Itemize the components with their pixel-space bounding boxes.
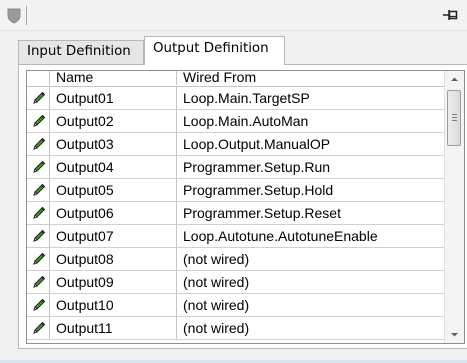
table-row[interactable]: Output06 Programmer.Setup.Reset — [27, 202, 444, 225]
row-icon-cell — [27, 110, 49, 132]
row-wired-from: Loop.Autotune.AutotuneEnable — [176, 225, 444, 247]
row-name: Output05 — [49, 179, 176, 201]
tab-input-definition[interactable]: Input Definition — [18, 40, 144, 64]
row-wired-from: Loop.Main.TargetSP — [176, 87, 444, 109]
table-row[interactable]: Output07 Loop.Autotune.AutotuneEnable — [27, 225, 444, 248]
table-row[interactable]: Output04 Programmer.Setup.Run — [27, 156, 444, 179]
row-icon-cell — [27, 294, 49, 316]
outputs-table: Name Wired From Output01 Loop.Main.Target… — [26, 70, 465, 344]
row-wired-from: Programmer.Setup.Run — [176, 156, 444, 178]
pencil-icon[interactable] — [31, 320, 47, 336]
pencil-icon[interactable] — [31, 274, 47, 290]
row-name: Output09 — [49, 271, 176, 293]
row-wired-from: Programmer.Setup.Reset — [176, 202, 444, 224]
pencil-icon[interactable] — [31, 159, 47, 175]
row-name: Output02 — [49, 110, 176, 132]
row-wired-from: (not wired) — [176, 271, 444, 293]
row-name: Output11 — [49, 317, 176, 339]
toolbar-separator — [26, 6, 27, 25]
table-row[interactable]: Output08 (not wired) — [27, 248, 444, 271]
header-icon-column — [27, 71, 49, 85]
table-row[interactable]: Output05 Programmer.Setup.Hold — [27, 179, 444, 202]
row-name: Output04 — [49, 156, 176, 178]
table-row[interactable]: Output03 Loop.Output.ManualOP — [27, 133, 444, 156]
pencil-icon[interactable] — [31, 182, 47, 198]
table-header: Name Wired From — [27, 71, 444, 87]
toolbar — [0, 0, 467, 31]
row-icon-cell — [27, 87, 49, 109]
row-wired-from: (not wired) — [176, 317, 444, 339]
thumb-grip-icon — [452, 114, 457, 121]
row-name: Output03 — [49, 133, 176, 155]
row-wired-from: (not wired) — [176, 248, 444, 270]
row-wired-from: Programmer.Setup.Hold — [176, 179, 444, 201]
row-icon-cell — [27, 179, 49, 201]
scroll-up-icon[interactable] — [445, 71, 464, 88]
row-name: Output01 — [49, 87, 176, 109]
row-name: Output08 — [49, 248, 176, 270]
row-name: Output07 — [49, 225, 176, 247]
vertical-scrollbar[interactable] — [444, 71, 464, 343]
row-name: Output10 — [49, 294, 176, 316]
output-definition-window: Input Definition Output Definition Name … — [0, 0, 467, 363]
row-icon-cell — [27, 133, 49, 155]
row-name: Output06 — [49, 202, 176, 224]
row-icon-cell — [27, 202, 49, 224]
table-row[interactable]: Output10 (not wired) — [27, 294, 444, 317]
scroll-thumb[interactable] — [447, 90, 461, 146]
header-wired-from[interactable]: Wired From — [176, 71, 444, 85]
row-icon-cell — [27, 225, 49, 247]
pencil-icon[interactable] — [31, 136, 47, 152]
table-row[interactable]: Output11 (not wired) — [27, 317, 444, 340]
pencil-icon[interactable] — [31, 205, 47, 221]
tab-label: Output Definition — [153, 41, 269, 56]
pencil-icon[interactable] — [31, 251, 47, 267]
row-wired-from: (not wired) — [176, 294, 444, 316]
row-icon-cell — [27, 248, 49, 270]
tab-label: Input Definition — [27, 44, 131, 59]
row-wired-from: Loop.Output.ManualOP — [176, 133, 444, 155]
pencil-icon[interactable] — [31, 113, 47, 129]
pencil-icon[interactable] — [31, 297, 47, 313]
scroll-down-icon[interactable] — [445, 326, 464, 343]
row-icon-cell — [27, 317, 49, 339]
tab-panel: Name Wired From Output01 Loop.Main.Target… — [18, 64, 467, 349]
tab-output-definition[interactable]: Output Definition — [144, 36, 285, 65]
row-icon-cell — [27, 156, 49, 178]
header-name[interactable]: Name — [49, 71, 176, 85]
row-wired-from: Loop.Main.AutoMan — [176, 110, 444, 132]
shield-icon[interactable] — [7, 8, 21, 24]
pencil-icon[interactable] — [31, 90, 47, 106]
table-row[interactable]: Output09 (not wired) — [27, 271, 444, 294]
table-row[interactable]: Output02 Loop.Main.AutoMan — [27, 110, 444, 133]
pencil-icon[interactable] — [31, 228, 47, 244]
pin-icon[interactable] — [443, 9, 459, 21]
row-icon-cell — [27, 271, 49, 293]
table-row[interactable]: Output01 Loop.Main.TargetSP — [27, 87, 444, 110]
